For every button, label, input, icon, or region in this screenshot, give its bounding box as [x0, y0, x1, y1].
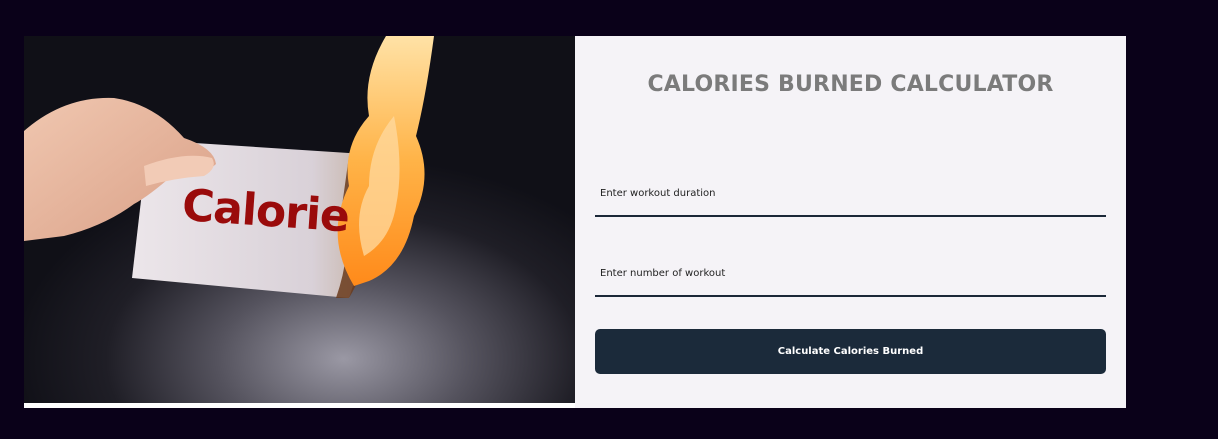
calculator-card: Calorie CALORIES BURNED CALCULATOR Enter…: [24, 36, 1126, 408]
hero-image: Calorie: [24, 36, 575, 403]
page-title: CALORIES BURNED CALCULATOR: [647, 72, 1054, 97]
calculate-button[interactable]: Calculate Calories Burned: [595, 329, 1106, 374]
workout-count-input[interactable]: Enter number of workout: [595, 263, 1106, 297]
workout-duration-placeholder: Enter workout duration: [600, 188, 716, 199]
workout-count-placeholder: Enter number of workout: [600, 268, 726, 279]
workout-duration-input[interactable]: Enter workout duration: [595, 183, 1106, 217]
calculator-form: CALORIES BURNED CALCULATOR Enter workout…: [575, 36, 1126, 408]
